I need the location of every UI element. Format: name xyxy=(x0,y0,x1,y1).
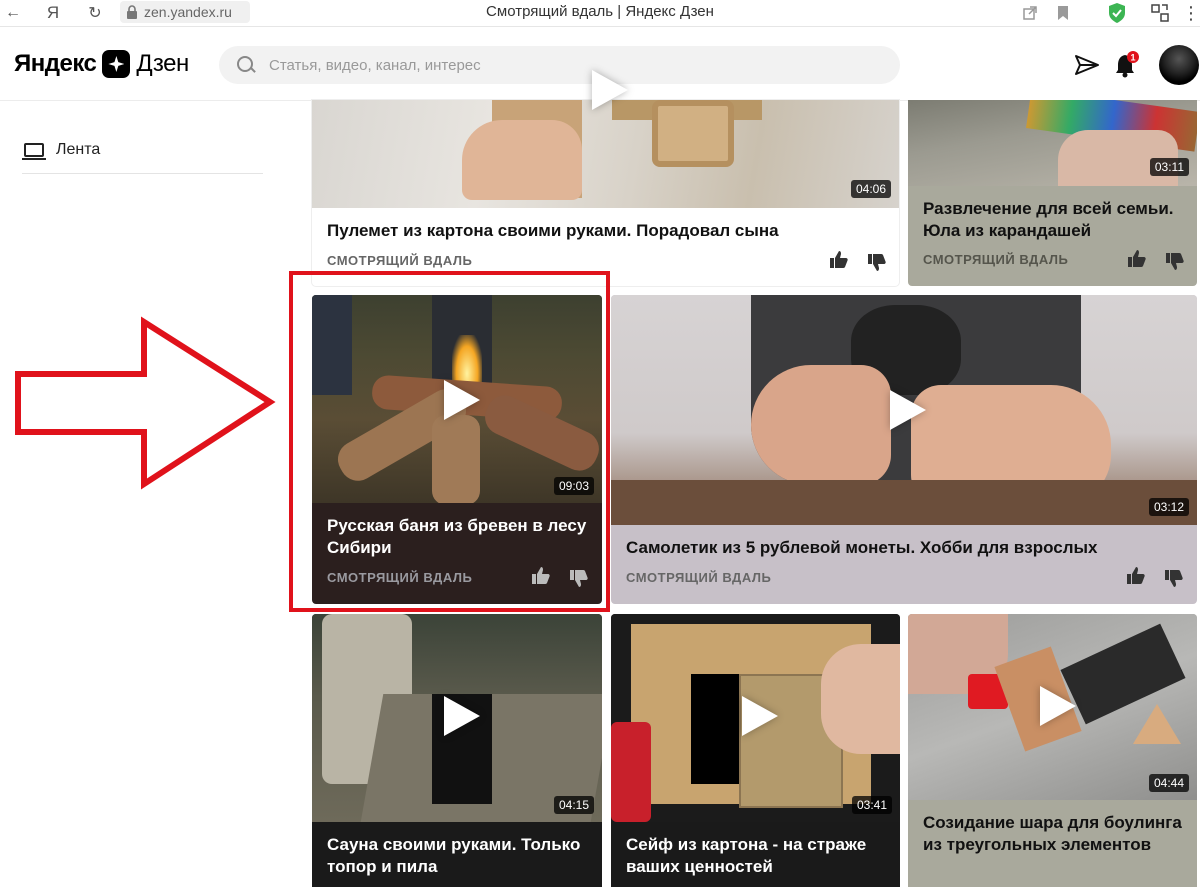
card-title[interactable]: Созидание шара для боулинга из треугольн… xyxy=(923,812,1182,856)
play-icon[interactable] xyxy=(444,696,480,736)
lock-icon xyxy=(127,5,137,19)
card-title[interactable]: Сейф из картона - на страже ваших ценнос… xyxy=(626,834,885,878)
play-icon[interactable] xyxy=(1040,686,1076,726)
search-input[interactable] xyxy=(267,55,871,75)
video-duration: 04:15 xyxy=(553,796,594,814)
channel-name[interactable]: СМОТРЯЩИЙ ВДАЛЬ xyxy=(626,570,771,585)
channel-name[interactable]: СМОТРЯЩИЙ ВДАЛЬ xyxy=(327,253,472,268)
red-arrow-annotation xyxy=(15,316,276,490)
thumbs-down-icon[interactable] xyxy=(866,253,886,273)
bookmark-icon[interactable] xyxy=(1057,5,1069,21)
monitor-icon xyxy=(22,143,46,160)
video-duration: 03:12 xyxy=(1148,498,1189,516)
search-icon xyxy=(237,56,255,74)
sidebar-item-lenta[interactable]: Лента xyxy=(22,127,263,174)
extensions-icon[interactable] xyxy=(1150,3,1170,23)
external-link-icon[interactable] xyxy=(1022,5,1038,21)
channel-name[interactable]: СМОТРЯЩИЙ ВДАЛЬ xyxy=(923,252,1068,267)
video-duration: 04:44 xyxy=(1148,774,1189,792)
card-title[interactable]: Пулемет из картона своими руками. Порадо… xyxy=(327,220,884,242)
video-card[interactable]: 04:44 Созидание шара для боулинга из тре… xyxy=(908,614,1197,887)
video-thumbnail[interactable]: 03:11 xyxy=(908,100,1197,186)
video-card[interactable]: 04:06 Пулемет из картона своими руками. … xyxy=(312,100,899,286)
video-thumbnail[interactable]: 04:06 xyxy=(312,100,899,208)
highlight-frame xyxy=(289,271,610,612)
video-duration: 03:11 xyxy=(1149,158,1189,176)
zen-star-icon xyxy=(102,50,131,78)
notification-count: 1 xyxy=(1130,53,1135,63)
send-icon[interactable] xyxy=(1074,53,1100,77)
shield-icon[interactable] xyxy=(1107,2,1127,24)
video-duration: 03:41 xyxy=(851,796,892,814)
menu-dots-icon[interactable]: ⋮ xyxy=(1182,2,1200,24)
back-arrow-icon[interactable]: ← xyxy=(2,2,24,24)
zen-logo[interactable]: Яндекс Дзен xyxy=(14,49,189,79)
video-card[interactable]: 03:41 Сейф из картона - на страже ваших … xyxy=(611,614,900,887)
video-card[interactable]: 03:12 Самолетик из 5 рублевой монеты. Хо… xyxy=(611,295,1197,604)
bell-icon[interactable]: 1 xyxy=(1114,51,1140,79)
reload-icon[interactable]: ↻ xyxy=(84,2,106,24)
play-icon[interactable] xyxy=(890,390,926,430)
sidebar-item-label: Лента xyxy=(56,141,101,158)
video-card[interactable]: 03:11 Развлечение для всей семьи. Юла из… xyxy=(908,100,1197,286)
play-icon[interactable] xyxy=(742,696,778,736)
address-bar[interactable]: zen.yandex.ru xyxy=(120,1,250,23)
thumbs-up-icon[interactable] xyxy=(1126,248,1146,268)
play-icon[interactable] xyxy=(592,70,628,110)
yandex-browser-icon[interactable]: Я xyxy=(42,2,64,24)
card-title[interactable]: Самолетик из 5 рублевой монеты. Хобби дл… xyxy=(626,537,1182,559)
logo-yandex-text: Яндекс xyxy=(14,50,97,77)
url-text: zen.yandex.ru xyxy=(144,4,232,20)
browser-toolbar: ← Я ↻ zen.yandex.ru Смотрящий вдаль | Ян… xyxy=(0,0,1200,27)
logo-zen-text: Дзен xyxy=(136,50,189,77)
thumbs-up-icon[interactable] xyxy=(1125,565,1145,585)
thumbs-up-icon[interactable] xyxy=(828,249,848,269)
card-title[interactable]: Сауна своими руками. Только топор и пила xyxy=(327,834,587,878)
thumbs-down-icon[interactable] xyxy=(1164,252,1184,272)
search-bar[interactable] xyxy=(219,46,900,84)
video-duration: 04:06 xyxy=(850,180,891,198)
thumbs-down-icon[interactable] xyxy=(1163,569,1183,589)
user-avatar[interactable] xyxy=(1159,45,1199,85)
video-card[interactable]: 04:15 Сауна своими руками. Только топор … xyxy=(312,614,602,887)
card-title[interactable]: Развлечение для всей семьи. Юла из каран… xyxy=(923,198,1182,242)
